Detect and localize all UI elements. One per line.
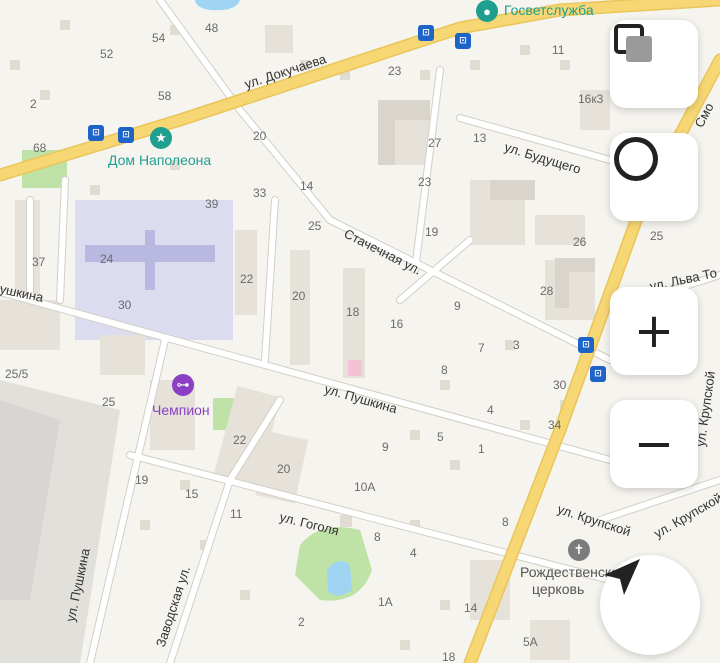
house-number: 18 xyxy=(346,305,360,319)
house-number: 2 xyxy=(298,615,305,629)
house-number: 10А xyxy=(354,480,376,494)
house-number: 5 xyxy=(437,430,444,444)
house-number: 25 xyxy=(308,219,322,233)
house-number: 8 xyxy=(502,515,509,529)
house-number: 19 xyxy=(425,225,439,239)
bus-stop-icon[interactable]: ⊡ xyxy=(578,337,594,353)
house-number: 52 xyxy=(100,47,114,61)
house-number: 25/5 xyxy=(5,367,29,381)
house-number: 3 xyxy=(513,338,520,352)
house-number: 25 xyxy=(102,395,116,409)
house-number: 20 xyxy=(253,129,267,143)
bus-stop-icon[interactable]: ⊡ xyxy=(455,33,471,49)
vet-paw-icon[interactable]: ● xyxy=(476,0,498,22)
zoom-out-button[interactable]: − xyxy=(610,400,698,488)
pond xyxy=(327,561,352,596)
house-number: 37 xyxy=(32,255,46,269)
zoom-in-button[interactable]: + xyxy=(610,287,698,375)
house-number: 22 xyxy=(233,433,247,447)
house-number: 20 xyxy=(277,462,291,476)
house-number: 1 xyxy=(478,442,485,456)
poi-label-gosvetsluzhba[interactable]: Госветслужба xyxy=(504,3,594,17)
house-number: 20 xyxy=(292,289,306,303)
house-number: 1А xyxy=(378,595,393,609)
house-number: 30 xyxy=(118,298,132,312)
house-number: 9 xyxy=(382,440,389,454)
house-number: 19 xyxy=(135,473,149,487)
house-number: 22 xyxy=(240,272,254,286)
bus-stop-icon[interactable]: ⊡ xyxy=(590,366,606,382)
house-number: 2 xyxy=(30,97,37,111)
fitness-dumbbell-icon[interactable]: ⊶ xyxy=(172,374,194,396)
house-number: 15 xyxy=(185,487,199,501)
house-number: 23 xyxy=(388,64,402,78)
house-number: 13 xyxy=(473,131,487,145)
house-number: 7 xyxy=(478,341,485,355)
bus-stop-icon[interactable]: ⊡ xyxy=(88,125,104,141)
poi-label-dom-napoleona[interactable]: Дом Наполеона xyxy=(108,153,211,167)
house-number: 14 xyxy=(464,601,478,615)
house-number: 23 xyxy=(418,175,432,189)
house-number: 26 xyxy=(573,235,587,249)
house-number: 8 xyxy=(374,530,381,544)
poi-label-tserkov[interactable]: церковь xyxy=(532,582,584,596)
house-number: 11 xyxy=(552,43,565,57)
house-number: 16 xyxy=(390,317,404,331)
house-number: 4 xyxy=(487,403,494,417)
traffic-button[interactable] xyxy=(610,133,698,221)
house-number: 68 xyxy=(33,141,47,155)
house-number: 28 xyxy=(540,284,554,298)
bus-stop-icon[interactable]: ⊡ xyxy=(418,25,434,41)
church-cross-icon[interactable]: ✝ xyxy=(568,539,590,561)
house-number: 33 xyxy=(253,186,267,200)
locate-me-button[interactable] xyxy=(600,555,700,655)
house-number: 14 xyxy=(300,179,314,193)
zoom-out-icon: − xyxy=(633,416,675,472)
landmark-star-icon[interactable]: ★ xyxy=(150,127,172,149)
map-canvas[interactable]: ул. Докучаева ул. Будущего Стачечная ул.… xyxy=(0,0,720,663)
house-number: 9 xyxy=(454,299,461,313)
house-number: 48 xyxy=(205,21,219,35)
house-number: 34 xyxy=(548,418,562,432)
zoom-in-icon: + xyxy=(633,303,675,359)
house-number: 25 xyxy=(650,229,664,243)
house-number: 18 xyxy=(442,650,456,663)
house-number: 39 xyxy=(205,197,219,211)
house-number: 8 xyxy=(441,363,448,377)
house-number: 24 xyxy=(100,252,114,266)
bus-stop-icon[interactable]: ⊡ xyxy=(118,127,134,143)
house-number: 30 xyxy=(553,378,567,392)
house-number: 27 xyxy=(428,136,442,150)
house-number: 54 xyxy=(152,31,166,45)
house-number: 5А xyxy=(523,635,538,649)
layers-button[interactable] xyxy=(610,20,698,108)
house-number: 58 xyxy=(158,89,172,103)
house-number: 11 xyxy=(230,507,243,521)
house-number: 4 xyxy=(410,546,417,560)
house-number: 16к3 xyxy=(578,92,604,106)
poi-label-chempion[interactable]: Чемпион xyxy=(152,403,210,417)
